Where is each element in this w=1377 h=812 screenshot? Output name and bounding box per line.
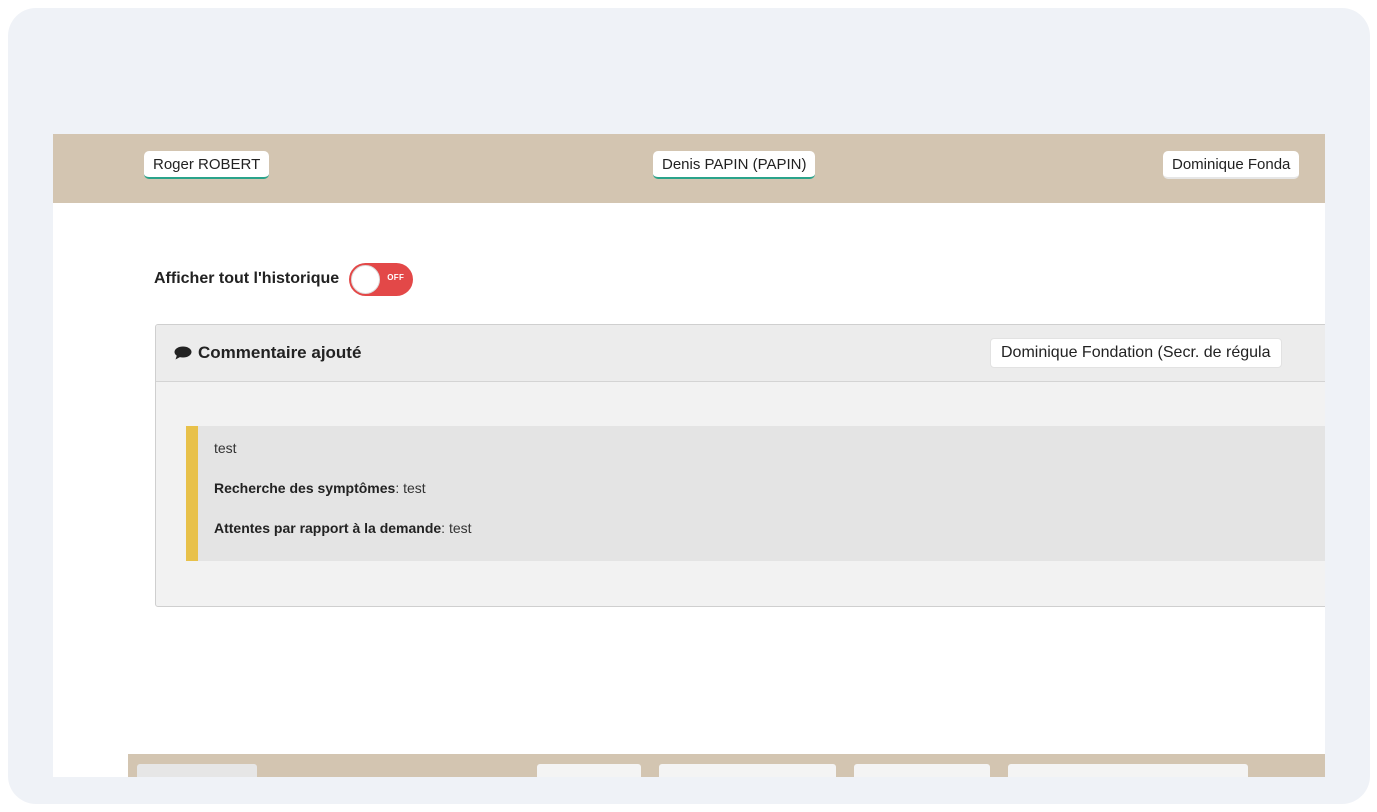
history-toggle-row: Afficher tout l'historique OFF <box>154 261 414 297</box>
symptoms-line: Recherche des symptômes: test <box>214 478 1325 498</box>
history-event-card: Commentaire ajouté Dominique Fondation (… <box>155 324 1325 607</box>
symptoms-label: Recherche des symptômes <box>214 480 396 496</box>
comment-text: test <box>214 440 237 456</box>
bottom-action-button-5[interactable] <box>1008 764 1248 777</box>
page-viewport: Roger ROBERT Denis PAPIN (PAPIN) Dominiq… <box>53 53 1325 777</box>
expectations-line: Attentes par rapport à la demande: test <box>214 518 1325 538</box>
bottom-action-button-2[interactable] <box>537 764 641 777</box>
toggle-state-label: OFF <box>387 272 405 282</box>
expectations-value: : test <box>441 520 472 536</box>
bottom-action-bar <box>128 754 1325 777</box>
symptoms-value: : test <box>395 480 426 496</box>
top-area <box>53 53 1325 134</box>
event-card-header: Commentaire ajouté Dominique Fondation (… <box>156 325 1325 382</box>
expectations-label: Attentes par rapport à la demande <box>214 520 442 536</box>
event-author-chip[interactable]: Dominique Fondation (Secr. de régula <box>990 338 1282 368</box>
participant-chip-dominique[interactable]: Dominique Fonda <box>1163 151 1300 179</box>
comment-icon <box>174 346 192 360</box>
bottom-action-button-3[interactable] <box>659 764 836 777</box>
bottom-action-button-4[interactable] <box>854 764 990 777</box>
history-toggle-label: Afficher tout l'historique <box>154 270 340 287</box>
browser-frame: Roger ROBERT Denis PAPIN (PAPIN) Dominiq… <box>8 8 1370 804</box>
history-toggle-switch[interactable]: OFF <box>349 262 414 296</box>
participants-band: Roger ROBERT Denis PAPIN (PAPIN) Dominiq… <box>53 134 1325 203</box>
event-title: Commentaire ajouté <box>174 343 361 363</box>
event-comment-body: test Recherche des symptômes: test Atten… <box>186 426 1325 561</box>
participant-chip-denis-papin[interactable]: Denis PAPIN (PAPIN) <box>653 151 816 179</box>
event-title-text: Commentaire ajouté <box>198 343 362 362</box>
bottom-action-button-1[interactable] <box>137 764 257 777</box>
toggle-knob <box>351 264 381 294</box>
participant-chip-roger-robert[interactable]: Roger ROBERT <box>144 151 270 179</box>
